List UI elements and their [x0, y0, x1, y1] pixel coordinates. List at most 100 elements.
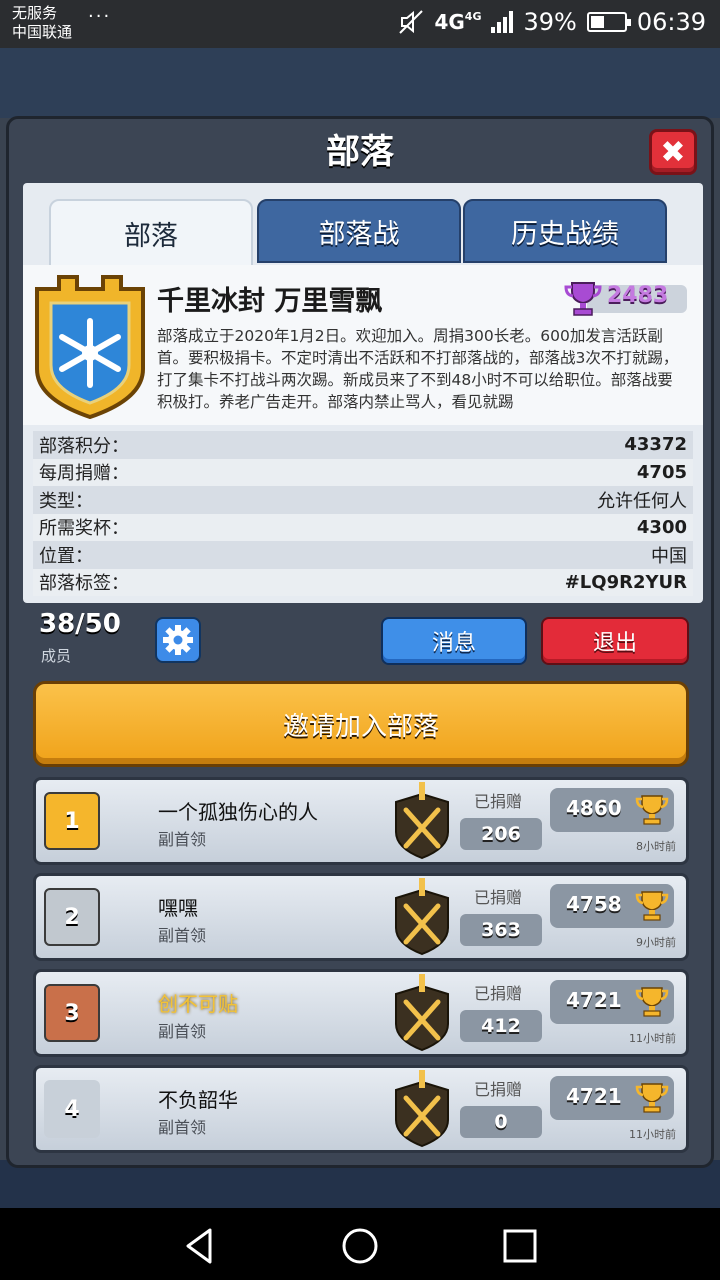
info-label: 类型：: [39, 490, 93, 512]
member-role: 副首领: [158, 926, 207, 945]
last-seen: 11小时前: [629, 1032, 676, 1045]
clan-header: 千里冰封 万里雪飘 2483 部落成立于2020年1月2日。欢迎加入。周捐300…: [23, 265, 703, 425]
rank-badge: 3: [44, 984, 100, 1042]
battery-icon: [586, 12, 631, 32]
home-icon[interactable]: [340, 1226, 380, 1266]
close-icon: ✖: [660, 134, 686, 170]
info-value: 中国: [651, 545, 687, 567]
donated-label: 已捐赠: [474, 888, 523, 907]
donated-count: 0: [460, 1106, 542, 1138]
info-label: 每周捐赠：: [39, 463, 129, 485]
info-value: 允许任何人: [597, 490, 687, 512]
trophy-count: 4721: [566, 1084, 622, 1108]
rank-badge: 2: [44, 888, 100, 946]
member-name: 一个孤独伤心的人: [158, 800, 318, 824]
info-row-weekly-donations: 每周捐赠： 4705: [33, 458, 693, 486]
donated-label: 已捐赠: [474, 792, 523, 811]
notification-dots: ···: [88, 6, 112, 27]
member-trophies: 4721: [550, 1076, 674, 1120]
tab-clan[interactable]: 部落: [49, 199, 253, 267]
game-top-strip: [0, 48, 720, 118]
clock: 06:39: [636, 8, 706, 36]
member-count-label: 成员: [41, 647, 72, 665]
trophy-icon: [635, 795, 669, 825]
info-label: 位置：: [39, 545, 93, 567]
members-bar: 38/50 成员 消息 退出: [23, 609, 703, 675]
member-row[interactable]: 1 一个孤独伤心的人 副首领 已捐赠 206 4860 8小时前: [33, 777, 689, 865]
info-label: 部落积分：: [39, 435, 129, 457]
carrier-info: 无服务 中国联通: [12, 4, 72, 42]
signal-icon: [491, 11, 514, 33]
last-seen: 11小时前: [629, 1128, 676, 1141]
info-row-location: 位置： 中国: [33, 541, 693, 569]
tab-bar: 部落 部落战 历史战绩: [49, 199, 669, 267]
purple-trophy-icon: [564, 282, 602, 316]
trophy-count: 4758: [566, 892, 622, 916]
info-value: 43372: [624, 434, 687, 456]
member-name: 不负韶华: [158, 1088, 238, 1112]
member-role: 副首领: [158, 1118, 207, 1137]
rank-badge: 1: [44, 792, 100, 850]
member-name: 嘿嘿: [158, 896, 198, 920]
member-name: 创不可贴: [158, 992, 238, 1016]
member-role: 副首领: [158, 1022, 207, 1041]
arena-swords-icon: [395, 878, 449, 956]
info-value: #LQ9R2YUR: [564, 571, 687, 593]
dialog-header: 部落 ✖: [9, 119, 711, 185]
member-row[interactable]: 3 创不可贴 副首领 已捐赠 412 4721 11小时前: [33, 969, 689, 1057]
mute-icon: [399, 10, 424, 34]
dialog-title: 部落: [326, 132, 394, 172]
network-type: 4G4G: [434, 10, 482, 34]
member-count: 38/50: [39, 609, 121, 639]
donated-label: 已捐赠: [474, 984, 523, 1003]
info-row-clan-tag: 部落标签： #LQ9R2YUR: [33, 568, 693, 596]
clan-panel: 部落 部落战 历史战绩 千里冰封 万里雪飘 2483 部落成立于2020年1月2…: [23, 183, 703, 603]
back-icon[interactable]: [180, 1226, 220, 1266]
member-role: 副首领: [158, 830, 207, 849]
settings-button[interactable]: [155, 617, 201, 663]
clan-description: 部落成立于2020年1月2日。欢迎加入。周捐300长老。600加发言活跃副首。要…: [157, 327, 679, 411]
carrier-line-2: 中国联通: [12, 23, 73, 41]
info-row-type: 类型： 允许任何人: [33, 486, 693, 514]
member-trophies: 4860: [550, 788, 674, 832]
gear-icon: [163, 625, 193, 655]
close-button[interactable]: ✖: [649, 129, 697, 175]
invite-button[interactable]: 邀请加入部落: [33, 681, 689, 767]
leave-button[interactable]: 退出: [541, 617, 689, 665]
clan-trophy-count: 2483: [607, 283, 669, 308]
clan-info-list: 部落积分： 43372 每周捐赠： 4705 类型： 允许任何人 所需奖杯： 4300 …: [33, 431, 693, 596]
member-row[interactable]: 4 不负韶华 副首领 已捐赠 0 4721 11小时前: [33, 1065, 689, 1153]
info-value: 4705: [636, 461, 687, 483]
trophy-icon: [635, 891, 669, 921]
arena-swords-icon: [395, 1070, 449, 1148]
arena-swords-icon: [395, 974, 449, 1052]
donated-label: 已捐赠: [474, 1080, 523, 1099]
info-row-clan-score: 部落积分： 43372: [33, 431, 693, 459]
rank-badge: 4: [44, 1080, 100, 1138]
info-value: 4300: [636, 516, 687, 538]
trophy-icon: [635, 1083, 669, 1113]
status-bar: 无服务 中国联通 ··· 4G4G 39% 06:39: [0, 0, 720, 48]
clan-dialog: 部落 ✖ 部落 部落战 历史战绩 千里冰封 万里雪飘 2483 部落成立于202…: [6, 116, 714, 1168]
tab-clan-war[interactable]: 部落战: [257, 199, 461, 263]
carrier-line-1: 无服务: [12, 4, 58, 22]
donated-count: 206: [460, 818, 542, 850]
message-button[interactable]: 消息: [381, 617, 527, 665]
donated-count: 363: [460, 914, 542, 946]
clan-name: 千里冰封 万里雪飘: [157, 286, 383, 317]
last-seen: 9小时前: [636, 936, 676, 949]
trophy-count: 4860: [566, 796, 622, 820]
last-seen: 8小时前: [636, 840, 676, 853]
trophy-count: 4721: [566, 988, 622, 1012]
tab-war-history[interactable]: 历史战绩: [463, 199, 667, 263]
trophy-icon: [635, 987, 669, 1017]
member-row[interactable]: 2 嘿嘿 副首领 已捐赠 363 4758 9小时前: [33, 873, 689, 961]
arena-swords-icon: [395, 782, 449, 860]
member-trophies: 4758: [550, 884, 674, 928]
donated-count: 412: [460, 1010, 542, 1042]
info-row-required-trophies: 所需奖杯： 4300: [33, 513, 693, 541]
recents-icon[interactable]: [500, 1226, 540, 1266]
info-label: 所需奖杯：: [39, 518, 129, 540]
navigation-bar: [0, 1208, 720, 1280]
status-icons: 4G4G 39% 06:39: [398, 8, 706, 36]
